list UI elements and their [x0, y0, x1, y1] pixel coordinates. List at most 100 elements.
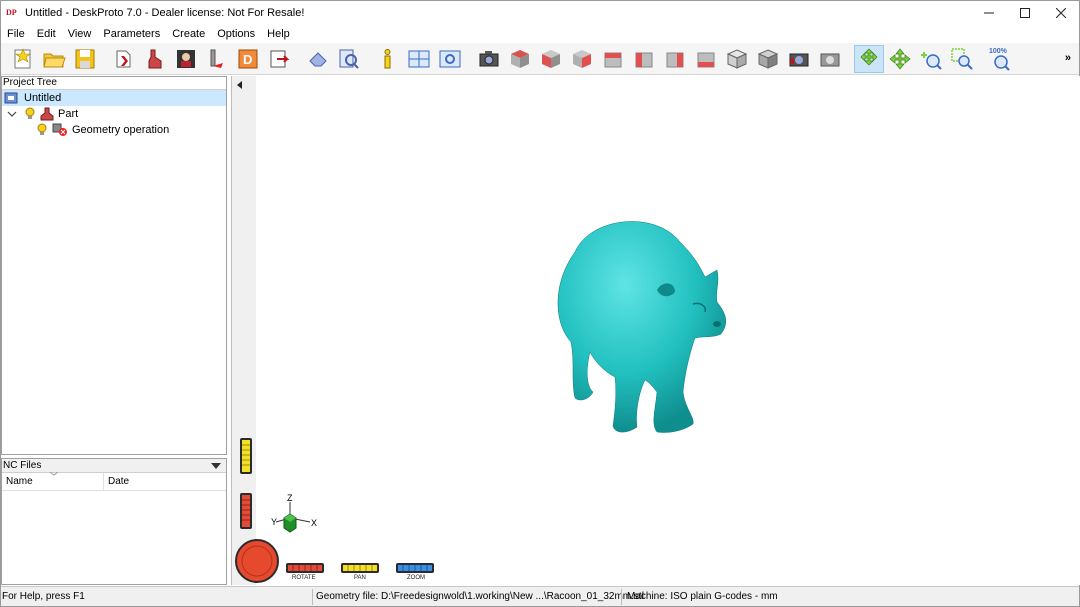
- info-button[interactable]: [373, 45, 403, 73]
- rotate-wheel-horizontal[interactable]: [285, 562, 325, 574]
- eraser-button[interactable]: [303, 45, 333, 73]
- camera-icon: [479, 50, 499, 66]
- app-logo-icon: DP: [6, 8, 17, 17]
- open-button[interactable]: [39, 45, 69, 73]
- menu-bar: File Edit View Parameters Create Options…: [1, 25, 1079, 43]
- camera-reset-button[interactable]: [815, 45, 845, 73]
- axis-y-label: Y: [271, 517, 277, 527]
- multiview-icon: [408, 50, 430, 67]
- wizard-button[interactable]: [202, 45, 232, 73]
- zoom-window-button[interactable]: [947, 45, 977, 73]
- camera-back-button[interactable]: [784, 45, 814, 73]
- nc-files-header: NC Files: [2, 459, 226, 473]
- close-icon: [1056, 8, 1066, 18]
- pan-control-label: PAN: [354, 575, 366, 581]
- bitmap-button[interactable]: [171, 45, 201, 73]
- info-icon: [384, 48, 391, 68]
- maximize-button[interactable]: [1007, 1, 1043, 25]
- zoom-100-button[interactable]: 100%: [986, 45, 1016, 73]
- view-iso-button[interactable]: [505, 45, 535, 73]
- axis-z-label: Z: [287, 493, 293, 503]
- axis-x-label: X: [311, 518, 317, 528]
- rotate-dial[interactable]: [234, 538, 280, 584]
- camera-undo-icon: [789, 53, 809, 66]
- tree-item-geometry-operation[interactable]: Geometry operation: [2, 122, 226, 138]
- status-machine: Machine: ISO plain G-codes - mm: [627, 591, 778, 602]
- screenshot-button[interactable]: [474, 45, 504, 73]
- zoom-control-label: ZOOM: [407, 575, 425, 581]
- view-left-button[interactable]: [629, 45, 659, 73]
- close-button[interactable]: [1043, 1, 1079, 25]
- new-project-button[interactable]: [8, 45, 38, 73]
- menu-help[interactable]: Help: [261, 28, 296, 40]
- menu-file[interactable]: File: [1, 28, 31, 40]
- view-wire-button[interactable]: [722, 45, 752, 73]
- view-front-button[interactable]: [536, 45, 566, 73]
- menu-edit[interactable]: Edit: [31, 28, 62, 40]
- cube-bottom-icon: [697, 52, 715, 67]
- viewport-side-strip: [232, 76, 279, 585]
- minimize-icon: [984, 12, 994, 14]
- axis-triad: Z Y X: [271, 493, 317, 533]
- menu-options[interactable]: Options: [211, 28, 261, 40]
- project-tree-panel: Project Tree Untitled Part Geometry oper…: [1, 76, 227, 455]
- minimize-button[interactable]: [971, 1, 1007, 25]
- cube-back-icon: [604, 52, 622, 67]
- pan-wheel-horizontal[interactable]: [340, 562, 380, 574]
- save-button[interactable]: [70, 45, 100, 73]
- svg-text:D: D: [243, 52, 252, 67]
- collapse-left-icon[interactable]: [235, 80, 245, 90]
- save-icon: [75, 49, 95, 68]
- rotate-wheel-vertical[interactable]: [239, 492, 253, 530]
- lightbulb-icon[interactable]: [36, 123, 48, 137]
- menu-parameters[interactable]: Parameters: [97, 28, 166, 40]
- cube-wire-icon: [726, 48, 748, 69]
- status-help-text: For Help, press F1: [2, 591, 85, 602]
- toolbar: D 100% »: [1, 43, 1079, 75]
- tree-item-geometry-operation-label: Geometry operation: [72, 124, 170, 136]
- pan-mode-button[interactable]: [885, 45, 915, 73]
- tree-item-part[interactable]: Part: [2, 106, 226, 122]
- racoon-model[interactable]: [545, 212, 745, 442]
- dropdown-arrow-icon[interactable]: [211, 462, 221, 470]
- menu-create[interactable]: Create: [166, 28, 211, 40]
- inspect-button[interactable]: [334, 45, 364, 73]
- menu-view[interactable]: View: [62, 28, 98, 40]
- view-back-button[interactable]: [598, 45, 628, 73]
- view-bottom-button[interactable]: [691, 45, 721, 73]
- geometry-load-button[interactable]: [109, 45, 139, 73]
- view-top-button[interactable]: [660, 45, 690, 73]
- status-bar: For Help, press F1 Geometry file: D:\Fre…: [1, 586, 1079, 606]
- export-icon: [270, 50, 290, 67]
- view-shaded-button[interactable]: [753, 45, 783, 73]
- preview-button[interactable]: [435, 45, 465, 73]
- zoom-wheel-horizontal[interactable]: [395, 562, 435, 574]
- pan-icon: [889, 47, 911, 70]
- rotate-icon: [860, 48, 878, 65]
- folder-open-icon: [43, 53, 66, 67]
- zoom-mode-button[interactable]: [916, 45, 946, 73]
- project-tree-header: Project Tree: [2, 77, 226, 90]
- toolbar-overflow-button[interactable]: »: [1065, 52, 1071, 64]
- view-right-button[interactable]: [567, 45, 597, 73]
- rotate-mode-button[interactable]: [854, 44, 884, 73]
- svg-text:100%: 100%: [989, 48, 1008, 55]
- nc-files-columns: Name Date: [2, 472, 226, 491]
- chevron-down-icon[interactable]: [6, 108, 18, 120]
- pan-wheel-vertical[interactable]: [239, 437, 253, 475]
- lightbulb-icon[interactable]: [24, 107, 36, 121]
- status-geometry-file: Geometry file: D:\Freedesignwold\1.worki…: [316, 591, 644, 602]
- deskproto-icon: D: [238, 49, 258, 68]
- cube-right-icon: [573, 49, 591, 68]
- tree-item-project[interactable]: Untitled: [2, 90, 226, 106]
- window-title: Untitled - DeskProto 7.0 - Dealer licens…: [25, 7, 305, 19]
- part-button[interactable]: [140, 45, 170, 73]
- deskproto-button[interactable]: D: [233, 45, 263, 73]
- export-button[interactable]: [264, 45, 294, 73]
- nc-col-date[interactable]: Date: [104, 473, 224, 491]
- tree-item-part-label: Part: [58, 108, 79, 120]
- eraser-icon: [309, 51, 327, 66]
- 3d-viewport[interactable]: Z Y X ROTATE PAN ZOOM: [231, 76, 1080, 585]
- part-icon: [148, 49, 162, 68]
- multiview-button[interactable]: [404, 45, 434, 73]
